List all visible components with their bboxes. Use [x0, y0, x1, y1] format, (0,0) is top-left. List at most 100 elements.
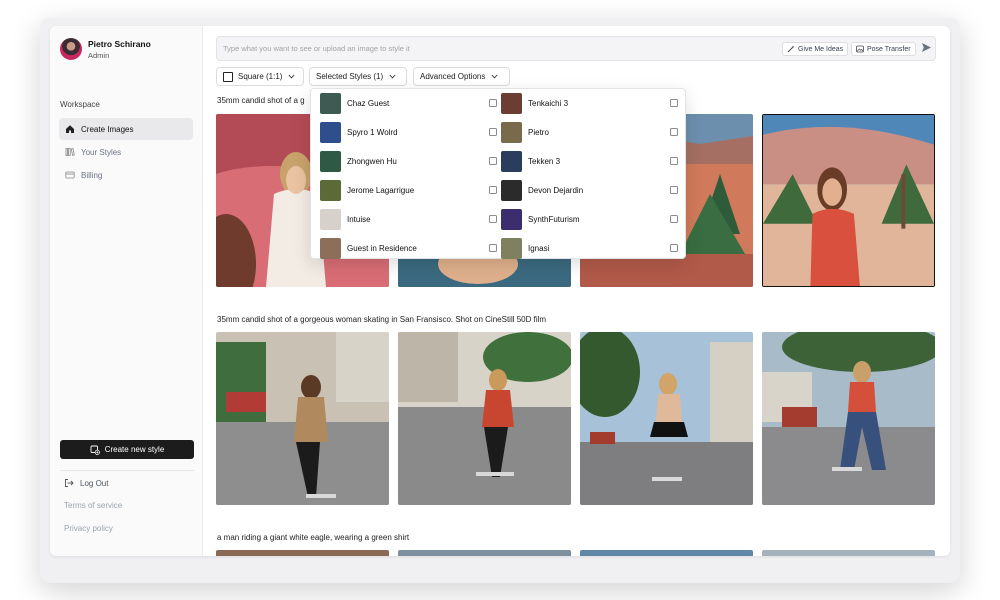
sidebar-item-label: Billing [81, 170, 103, 180]
style-checkbox[interactable] [670, 186, 678, 194]
style-checkbox[interactable] [670, 99, 678, 107]
user-role: Admin [88, 50, 110, 60]
style-option-label: Zhongwen Hu [347, 156, 397, 166]
send-icon [921, 40, 932, 58]
sidebar-nav: Create Images Your Styles Billing [59, 118, 193, 187]
generated-image[interactable] [762, 114, 935, 287]
generated-image[interactable] [762, 332, 935, 505]
style-option[interactable]: Guest in Residence [320, 236, 497, 260]
style-option[interactable]: Zhongwen Hu [320, 149, 497, 173]
style-checkbox[interactable] [670, 244, 678, 252]
chevron-down-icon [491, 74, 498, 79]
advanced-options-select[interactable]: Advanced Options [413, 67, 510, 86]
style-option-label: Tenkaichi 3 [528, 98, 569, 108]
aspect-ratio-label: Square (1:1) [238, 72, 283, 81]
style-option[interactable]: Pietro [501, 120, 678, 144]
style-option[interactable]: Tekken 3 [501, 149, 678, 173]
give-me-ideas-button[interactable]: Give Me Ideas [782, 42, 849, 56]
workspace-label: Workspace [60, 100, 100, 109]
sidebar-item-label: Create Images [81, 124, 134, 134]
style-checkbox[interactable] [489, 157, 497, 165]
style-checkbox[interactable] [489, 128, 497, 136]
style-checkbox[interactable] [489, 215, 497, 223]
create-new-style-button[interactable]: Create new style [60, 440, 194, 459]
style-option[interactable]: Chaz Guest [320, 91, 497, 115]
style-option[interactable]: Ignasi [501, 236, 678, 260]
style-option-label: Tekken 3 [528, 156, 561, 166]
logout-link[interactable]: Log Out [64, 478, 108, 488]
style-option-label: SynthFuturism [528, 214, 580, 224]
prompt-label: 35mm candid shot of a gorgeous woman ska… [217, 315, 547, 324]
style-checkbox[interactable] [670, 157, 678, 165]
user-name: Pietro Schirano [88, 38, 151, 49]
chevron-down-icon [389, 74, 396, 79]
generated-image[interactable] [216, 332, 389, 505]
magic-wand-icon [787, 45, 795, 53]
generated-image[interactable] [398, 332, 571, 505]
style-option-label: Spyro 1 Wolrd [347, 127, 398, 137]
style-option-label: Chaz Guest [347, 98, 390, 108]
terms-link[interactable]: Terms of service [64, 501, 122, 510]
generated-image[interactable] [216, 550, 389, 556]
credit-card-icon [65, 170, 75, 180]
style-option[interactable]: Spyro 1 Wolrd [320, 120, 497, 144]
style-checkbox[interactable] [670, 215, 678, 223]
styles-dropdown: Chaz Guest Tenkaichi 3 Spyro 1 Wolrd Pie… [310, 88, 686, 259]
logout-label: Log Out [80, 478, 109, 488]
sidebar-item-billing[interactable]: Billing [59, 164, 193, 186]
style-option[interactable]: Tenkaichi 3 [501, 91, 678, 115]
style-thumbnail [501, 121, 522, 143]
generated-image[interactable] [580, 550, 753, 556]
chevron-down-icon [288, 74, 295, 79]
sidebar-divider [60, 470, 194, 471]
app-window: Pietro Schirano Admin Workspace Create I… [50, 26, 950, 556]
style-option[interactable]: SynthFuturism [501, 207, 678, 231]
image-icon [856, 45, 864, 53]
style-option-label: Jerome Lagarrigue [347, 185, 415, 195]
style-option[interactable]: Jerome Lagarrigue [320, 178, 497, 202]
sidebar-item-create-images[interactable]: Create Images [59, 118, 193, 140]
style-option[interactable]: Intuise [320, 207, 497, 231]
sidebar-item-your-styles[interactable]: Your Styles [59, 141, 193, 163]
style-checkbox[interactable] [489, 186, 497, 194]
prompt-label: a man riding a giant white eagle, wearin… [217, 533, 410, 542]
pose-transfer-button[interactable]: Pose Transfer [851, 42, 916, 56]
style-option-label: Guest in Residence [347, 243, 417, 253]
style-checkbox[interactable] [670, 128, 678, 136]
generated-image[interactable] [762, 550, 935, 556]
sidebar-item-label: Your Styles [81, 147, 122, 157]
give-me-ideas-label: Give Me Ideas [798, 45, 844, 53]
square-icon [223, 71, 233, 82]
style-checkbox[interactable] [489, 99, 497, 107]
privacy-link[interactable]: Privacy policy [64, 524, 113, 533]
style-thumbnail [320, 150, 341, 172]
style-thumbnail [501, 150, 522, 172]
generated-image[interactable] [398, 550, 571, 556]
style-thumbnail [501, 92, 522, 114]
aspect-ratio-select[interactable]: Square (1:1) [216, 67, 304, 86]
style-option-label: Pietro [528, 127, 549, 137]
generated-image[interactable] [580, 332, 753, 505]
logout-icon [64, 478, 74, 488]
sidebar: Pietro Schirano Admin Workspace Create I… [50, 26, 203, 556]
style-thumbnail [320, 208, 341, 230]
style-thumbnail [320, 237, 341, 259]
send-button[interactable] [919, 42, 933, 56]
style-thumbnail [501, 237, 522, 259]
styles-select[interactable]: Selected Styles (1) [309, 67, 407, 86]
style-option[interactable]: Devon Dejardin [501, 178, 678, 202]
style-option-label: Ignasi [528, 243, 550, 253]
prompt-input[interactable] [223, 37, 763, 60]
style-thumbnail [320, 92, 341, 114]
prompt-bar: Give Me Ideas Pose Transfer [216, 36, 936, 61]
user-profile[interactable]: Pietro Schirano Admin [60, 38, 151, 60]
library-icon [65, 147, 75, 157]
style-checkbox[interactable] [489, 244, 497, 252]
add-style-icon [90, 445, 100, 455]
style-thumbnail [501, 179, 522, 201]
home-icon [65, 124, 75, 134]
style-option-label: Devon Dejardin [528, 185, 584, 195]
create-new-style-label: Create new style [104, 445, 165, 454]
style-thumbnail [320, 121, 341, 143]
prompt-label: 35mm candid shot of a g [217, 96, 305, 105]
